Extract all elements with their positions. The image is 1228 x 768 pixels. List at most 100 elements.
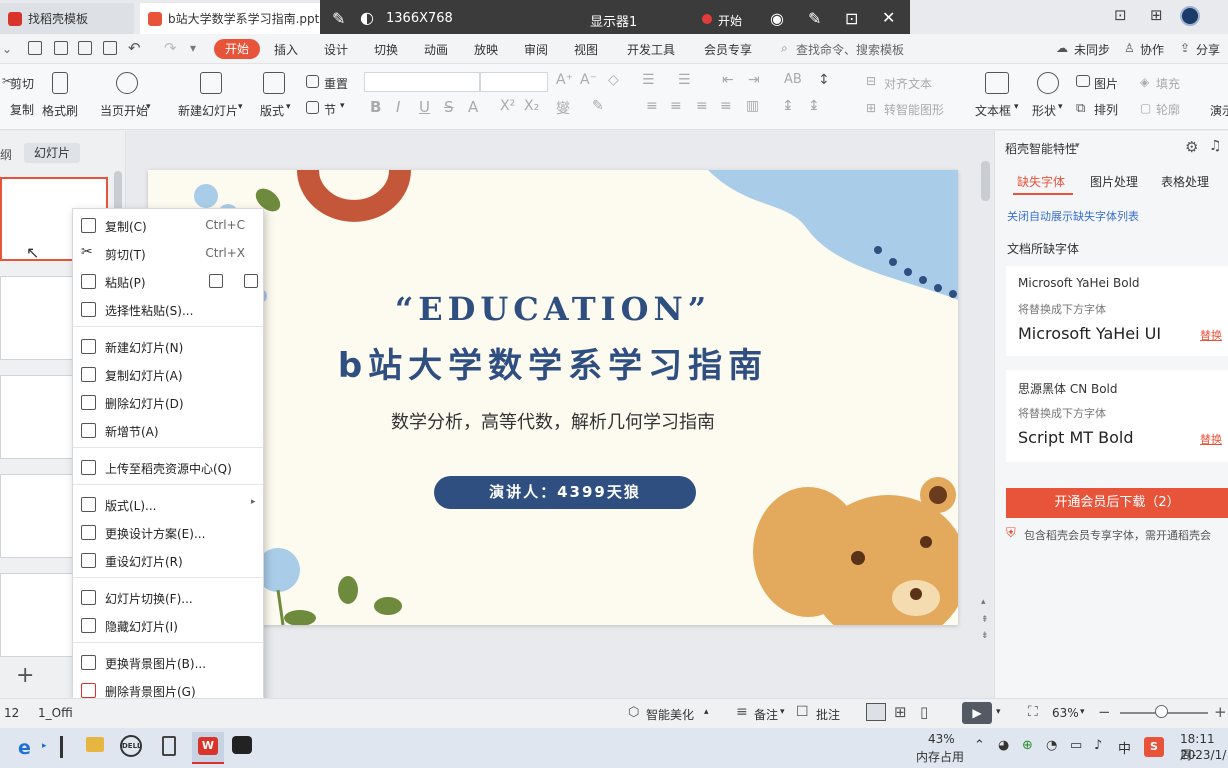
cut-button[interactable]: 剪切: [10, 75, 34, 92]
layout-button[interactable]: 版式: [260, 102, 284, 119]
menu-item-reset-slide[interactable]: 重设幻灯片(R): [73, 546, 263, 574]
menu-item-delete-slide[interactable]: 删除幻灯片(D): [73, 388, 263, 416]
grid-view-icon[interactable]: ⊞: [894, 703, 907, 721]
camera-icon[interactable]: ⊡: [845, 9, 858, 28]
gear-icon[interactable]: ⚙: [1185, 138, 1198, 156]
theme-name[interactable]: 1_Offi: [38, 706, 73, 720]
para-spacing-icon[interactable]: ↨: [782, 98, 794, 114]
menu-start[interactable]: 开始: [214, 39, 260, 59]
folder-icon[interactable]: [86, 737, 104, 752]
underline-icon[interactable]: U: [419, 98, 430, 116]
replace-link[interactable]: 替换: [1200, 327, 1222, 343]
vip-download-button[interactable]: 开通会员后下载（2）: [1006, 488, 1228, 518]
avatar[interactable]: [1180, 6, 1200, 26]
close-auto-list-link[interactable]: 关闭自动展示缺失字体列表: [1007, 208, 1139, 224]
slide-subtitle[interactable]: 数学分析，高等代数，解析几何学习指南: [148, 408, 958, 434]
preview-icon[interactable]: [103, 41, 117, 55]
ime-icon[interactable]: 中: [1118, 738, 1131, 757]
subscript-icon[interactable]: X₂: [524, 98, 539, 114]
menu-item-new-slide[interactable]: 新建幻灯片(N): [73, 332, 263, 360]
save-icon[interactable]: [28, 41, 42, 55]
grow-font-icon[interactable]: A⁺: [556, 72, 573, 88]
menu-developer[interactable]: 开发工具: [627, 41, 675, 58]
pin-icon[interactable]: ✎: [332, 9, 345, 28]
fit-window-icon[interactable]: ⛶: [1028, 704, 1038, 720]
clock-date[interactable]: 2023/1/: [1180, 748, 1226, 762]
outline-button[interactable]: 轮廓: [1156, 101, 1180, 118]
column-spacing-icon[interactable]: ↨: [808, 98, 820, 114]
tab-table-processing[interactable]: 表格处理: [1161, 173, 1209, 190]
tab-missing-fonts[interactable]: 缺失字体: [1017, 173, 1065, 190]
export-icon[interactable]: [54, 41, 68, 55]
paste-text-only-icon[interactable]: [244, 274, 258, 288]
dell-icon[interactable]: DELL: [120, 735, 142, 757]
volume-icon[interactable]: ♪: [1094, 738, 1102, 753]
recorder-icon[interactable]: [232, 736, 252, 754]
picture-button[interactable]: 图片: [1094, 75, 1118, 92]
arrange-button[interactable]: 排列: [1094, 101, 1118, 118]
italic-icon[interactable]: I: [396, 98, 400, 116]
menu-item-transition[interactable]: 幻灯片切换(F)...: [73, 583, 263, 611]
shrink-font-icon[interactable]: A⁻: [580, 72, 597, 88]
next-page-icon[interactable]: ⇟: [981, 631, 989, 641]
slide-quote-title[interactable]: “EDUCATION”: [148, 290, 958, 328]
collab-button[interactable]: 协作: [1140, 41, 1164, 58]
smart-beautify-button[interactable]: 智能美化: [646, 706, 694, 723]
menu-item-layout[interactable]: 版式(L)... ▸: [73, 490, 263, 518]
menu-item-paste-special[interactable]: 选择性粘贴(S)...: [73, 295, 263, 323]
print-icon[interactable]: [78, 41, 92, 55]
font-family-select[interactable]: [364, 72, 480, 92]
menu-slideshow[interactable]: 放映: [474, 41, 498, 58]
scroll-up-icon[interactable]: ▴: [981, 597, 986, 607]
prev-page-icon[interactable]: ⇞: [981, 615, 989, 625]
ie-icon[interactable]: e: [18, 737, 31, 759]
font-color-icon[interactable]: A: [468, 98, 478, 116]
command-search-input[interactable]: 查找命令、搜索模板: [796, 41, 904, 58]
add-slide-icon[interactable]: +: [16, 663, 34, 688]
shape-button[interactable]: 形状: [1032, 102, 1056, 119]
smart-shape-button[interactable]: 转智能图形: [884, 101, 944, 118]
scrollbar[interactable]: [981, 161, 990, 201]
menu-view[interactable]: 视图: [574, 41, 598, 58]
outdent-icon[interactable]: ⇤: [722, 72, 734, 88]
replace-link[interactable]: 替换: [1200, 431, 1222, 447]
security-icon[interactable]: ⊕: [1022, 738, 1033, 753]
zoom-in-icon[interactable]: +: [1214, 703, 1227, 721]
distribute-icon[interactable]: ▥: [746, 98, 759, 114]
highlight-icon[interactable]: ✎: [592, 98, 604, 114]
qq-icon[interactable]: ◕: [998, 738, 1009, 753]
present-button[interactable]: 演示: [1210, 102, 1228, 119]
menu-item-paste[interactable]: 粘贴(P): [73, 267, 263, 295]
window-mode-icon[interactable]: ⊡: [1114, 6, 1127, 24]
slide-canvas[interactable]: “EDUCATION” b站大学数学系学习指南 数学分析，高等代数，解析几何学习…: [148, 170, 958, 625]
menu-item-hide-slide[interactable]: 隐藏幻灯片(I): [73, 611, 263, 639]
comment-button[interactable]: 批注: [816, 706, 840, 723]
grid-apps-icon[interactable]: ⊞: [1150, 6, 1163, 24]
tab-presentation[interactable]: b站大学数学系学习指南.pptx: [140, 3, 320, 34]
wifi-icon[interactable]: ◔: [1046, 738, 1057, 753]
notes-button[interactable]: 备注: [754, 706, 778, 723]
bold-icon[interactable]: B: [370, 98, 381, 116]
reset-button[interactable]: 重置: [324, 75, 348, 92]
menu-item-new-section[interactable]: 新增节(A): [73, 416, 263, 444]
menu-vip[interactable]: 会员专享: [704, 41, 752, 58]
fill-button[interactable]: 填充: [1156, 75, 1180, 92]
section-button[interactable]: 节: [324, 101, 336, 118]
undo-icon[interactable]: ↶: [128, 39, 141, 57]
menu-item-duplicate-slide[interactable]: 复制幻灯片(A): [73, 360, 263, 388]
menu-item-copy[interactable]: 复制(C) Ctrl+C: [73, 211, 263, 239]
battery-icon[interactable]: ▭: [1070, 738, 1082, 753]
line-spacing-icon[interactable]: ↕: [818, 72, 830, 88]
sogou-icon[interactable]: S: [1144, 737, 1164, 757]
normal-view-icon[interactable]: [866, 703, 886, 721]
superscript-icon[interactable]: X²: [500, 98, 515, 114]
indent-icon[interactable]: ⇥: [748, 72, 760, 88]
reading-view-icon[interactable]: ▯: [920, 703, 928, 721]
bubble-icon[interactable]: ◉: [770, 9, 784, 28]
menu-review[interactable]: 审阅: [524, 41, 548, 58]
redo-icon[interactable]: ↷: [164, 39, 177, 57]
strikethrough-icon[interactable]: S: [444, 98, 454, 116]
chevron-down-icon[interactable]: ⌄: [2, 42, 12, 56]
menu-transition[interactable]: 切换: [374, 41, 398, 58]
bell-icon[interactable]: ♫: [1209, 138, 1222, 154]
